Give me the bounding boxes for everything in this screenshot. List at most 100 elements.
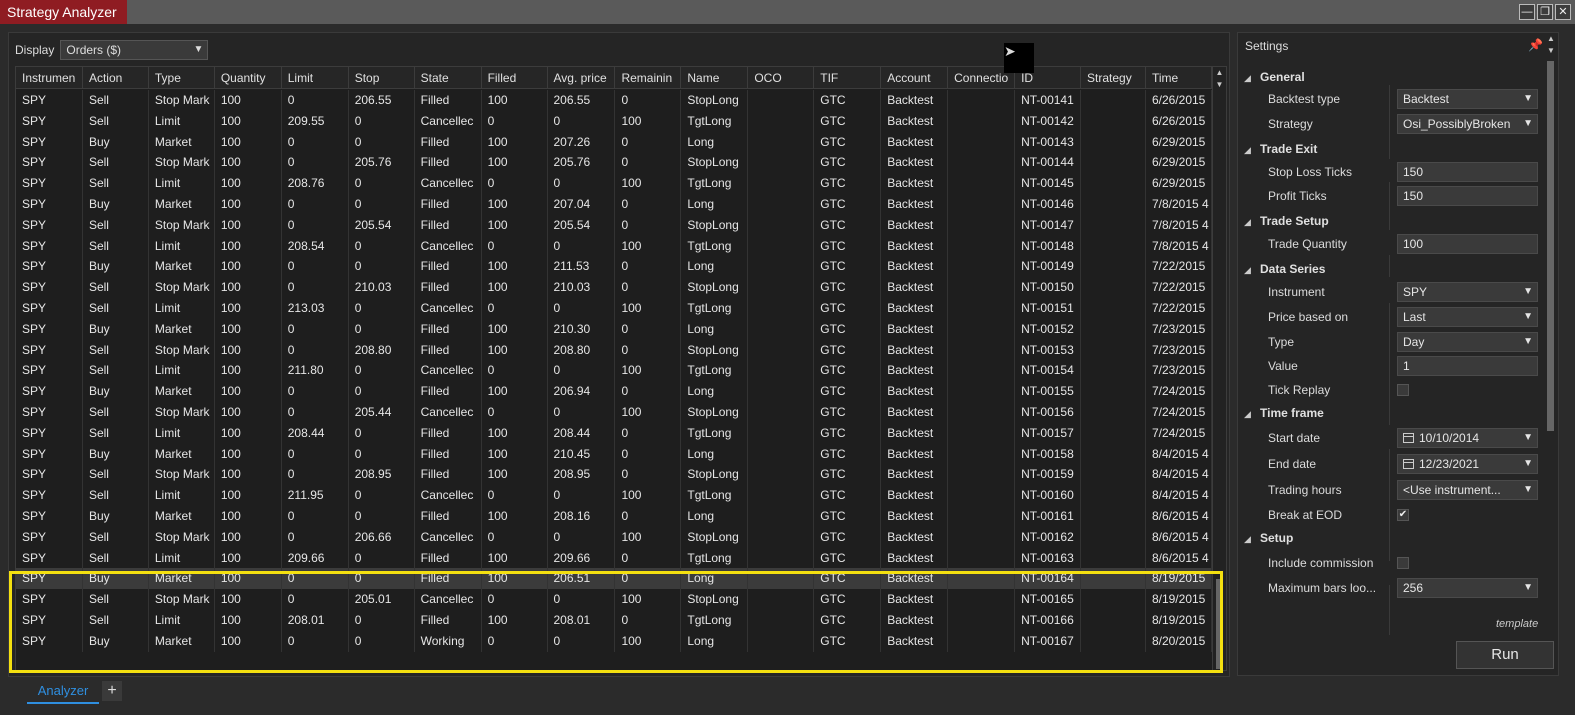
column-header-account[interactable]: Account bbox=[881, 67, 949, 89]
table-row[interactable]: SPY Sell Stop Mark 100 0 206.55 Filled 100 206.5… bbox=[16, 90, 1212, 111]
display-select[interactable]: Orders ($) ▼ bbox=[60, 40, 209, 60]
trading-hours-select[interactable]: <Use instrument... ▼ bbox=[1397, 480, 1538, 500]
main-area: Display Orders ($) ▼ Instrumen Action Type… bbox=[0, 24, 1575, 715]
column-header-limit[interactable]: Limit bbox=[282, 67, 349, 89]
cell-oco bbox=[748, 297, 815, 319]
table-row[interactable]: SPY Sell Stop Mark 100 0 205.01 Cancellec 0 0 100… bbox=[16, 589, 1212, 610]
table-row[interactable]: SPY Sell Limit 100 208.76 0 Cancellec 0 0 100 TgtL… bbox=[16, 173, 1212, 194]
tab-analyzer[interactable]: Analyzer bbox=[27, 678, 99, 704]
table-row[interactable]: SPY Sell Limit 100 211.80 0 Cancellec 0 0 100 TgtL… bbox=[16, 360, 1212, 382]
cell-stop: 0 bbox=[349, 235, 415, 257]
scroll-down-icon[interactable]: ▼ bbox=[1544, 45, 1558, 57]
pin-icon[interactable]: 📌 bbox=[1528, 38, 1543, 52]
table-row[interactable]: SPY Buy Market 100 0 0 Filled 100 206.51 0 Long GTC… bbox=[16, 568, 1212, 590]
cell-type: Limit bbox=[149, 297, 215, 319]
template-link[interactable]: template bbox=[1496, 618, 1538, 630]
table-row[interactable]: SPY Sell Limit 100 213.03 0 Cancellec 0 0 100 TgtL… bbox=[16, 297, 1212, 319]
table-row[interactable]: SPY Sell Stop Mark 100 0 205.54 Filled 100 205.5… bbox=[16, 214, 1212, 236]
scroll-up-icon[interactable]: ▲ bbox=[1213, 67, 1226, 79]
cell-connection bbox=[948, 214, 1016, 236]
tick-replay-checkbox[interactable] bbox=[1397, 384, 1409, 396]
max-bars-lookback-select[interactable]: 256 ▼ bbox=[1397, 578, 1538, 598]
cell-type: Stop Mark bbox=[149, 339, 215, 361]
table-row[interactable]: SPY Buy Market 100 0 0 Filled 100 210.30 0 Long GTC… bbox=[16, 318, 1212, 340]
cell-name: Long bbox=[681, 630, 749, 652]
column-header-oco[interactable]: OCO bbox=[748, 67, 815, 89]
price-based-on-select[interactable]: Last ▼ bbox=[1397, 307, 1538, 327]
table-row[interactable]: SPY Buy Market 100 0 0 Filled 100 207.26 0 Long GTC… bbox=[16, 131, 1212, 153]
table-row[interactable]: SPY Sell Stop Mark 100 0 205.76 Filled 100 205.7… bbox=[16, 152, 1212, 174]
restore-button[interactable]: ❐ bbox=[1537, 4, 1553, 20]
orders-grid[interactable]: Instrumen Action Type Quantity Limit Stop Stat… bbox=[15, 66, 1227, 671]
trade-quantity-input[interactable]: 100 bbox=[1397, 234, 1538, 254]
table-row[interactable]: SPY Sell Limit 100 208.44 0 Filled 100 208.44 0 Tg… bbox=[16, 422, 1212, 444]
profit-ticks-input[interactable]: 150 bbox=[1397, 186, 1538, 206]
column-header-instrument[interactable]: Instrumen bbox=[16, 67, 83, 89]
cell-action: Sell bbox=[83, 339, 149, 361]
scroll-thumb[interactable] bbox=[1216, 579, 1223, 669]
table-row[interactable]: SPY Buy Market 100 0 0 Filled 100 208.16 0 Long GTC… bbox=[16, 505, 1212, 527]
close-button[interactable]: ✕ bbox=[1555, 4, 1571, 20]
table-row[interactable]: SPY Sell Stop Mark 100 0 208.95 Filled 100 208.9… bbox=[16, 464, 1212, 486]
instrument-select[interactable]: SPY ▼ bbox=[1397, 282, 1538, 302]
table-row[interactable]: SPY Sell Stop Mark 100 0 206.66 Cancellec 0 0 100… bbox=[16, 526, 1212, 548]
column-header-type[interactable]: Type bbox=[149, 67, 215, 89]
cell-strategy bbox=[1081, 297, 1146, 319]
cell-filled: 100 bbox=[482, 277, 548, 298]
column-header-stop[interactable]: Stop bbox=[349, 67, 415, 89]
column-header-quantity[interactable]: Quantity bbox=[215, 67, 282, 89]
category-general[interactable]: ◢ General bbox=[1244, 67, 1305, 87]
break-at-eod-checkbox[interactable]: ✔ bbox=[1397, 509, 1409, 521]
column-header-action[interactable]: Action bbox=[83, 67, 149, 89]
include-commission-checkbox[interactable] bbox=[1397, 557, 1409, 569]
end-date-picker[interactable]: 12/23/2021 ▼ bbox=[1397, 454, 1538, 474]
category-setup[interactable]: ◢ Setup bbox=[1244, 528, 1293, 548]
stop-loss-ticks-input[interactable]: 150 bbox=[1397, 162, 1538, 182]
run-button[interactable]: Run bbox=[1456, 641, 1554, 669]
strategy-select[interactable]: Osi_PossiblyBroken ▼ bbox=[1397, 114, 1538, 134]
cell-limit: 208.76 bbox=[282, 173, 349, 194]
table-row[interactable]: SPY Sell Limit 100 208.01 0 Filled 100 208.01 0 Tg… bbox=[16, 609, 1212, 631]
table-row[interactable]: SPY Sell Stop Mark 100 0 208.80 Filled 100 208.8… bbox=[16, 339, 1212, 361]
cell-avg-price: 207.26 bbox=[548, 131, 616, 153]
cell-account: Backtest bbox=[881, 443, 949, 465]
value-input[interactable]: 1 bbox=[1397, 356, 1538, 376]
column-header-filled[interactable]: Filled bbox=[482, 67, 548, 89]
column-header-name[interactable]: Name bbox=[681, 67, 749, 89]
table-row[interactable]: SPY Sell Stop Mark 100 0 210.03 Filled 100 210.0… bbox=[16, 277, 1212, 298]
cell-filled: 0 bbox=[482, 173, 548, 194]
category-time-frame[interactable]: ◢ Time frame bbox=[1244, 403, 1324, 423]
grid-scrollbar[interactable]: ▲ ▼ bbox=[1212, 67, 1226, 670]
backtest-type-select[interactable]: Backtest ▼ bbox=[1397, 89, 1538, 109]
column-header-time[interactable]: Time bbox=[1146, 67, 1212, 89]
table-row[interactable]: SPY Buy Market 100 0 0 Filled 100 207.04 0 Long GTC… bbox=[16, 193, 1212, 215]
column-header-strategy[interactable]: Strategy bbox=[1081, 67, 1146, 89]
table-row[interactable]: SPY Buy Market 100 0 0 Working 0 0 100 Long GTC Back… bbox=[16, 630, 1212, 652]
table-row[interactable]: SPY Sell Limit 100 211.95 0 Cancellec 0 0 100 TgtL… bbox=[16, 485, 1212, 506]
scroll-up-icon[interactable]: ▲ bbox=[1544, 33, 1558, 45]
column-header-state[interactable]: State bbox=[415, 67, 482, 89]
table-row[interactable]: SPY Buy Market 100 0 0 Filled 100 210.45 0 Long GTC… bbox=[16, 443, 1212, 465]
category-trade-exit[interactable]: ◢ Trade Exit bbox=[1244, 139, 1317, 159]
start-date-picker[interactable]: 10/10/2014 ▼ bbox=[1397, 428, 1538, 448]
scroll-down-icon[interactable]: ▼ bbox=[1213, 79, 1226, 91]
category-data-series[interactable]: ◢ Data Series bbox=[1244, 259, 1325, 279]
cell-type: Stop Mark bbox=[149, 464, 215, 486]
category-trade-setup[interactable]: ◢ Trade Setup bbox=[1244, 211, 1329, 231]
type-select[interactable]: Day ▼ bbox=[1397, 332, 1538, 352]
cell-id: NT-00153 bbox=[1015, 339, 1081, 361]
cell-state: Filled bbox=[415, 339, 482, 361]
scroll-thumb[interactable] bbox=[1547, 61, 1554, 431]
column-header-tif[interactable]: TIF bbox=[814, 67, 882, 89]
table-row[interactable]: SPY Buy Market 100 0 0 Filled 100 206.94 0 Long GTC… bbox=[16, 381, 1212, 402]
table-row[interactable]: SPY Buy Market 100 0 0 Filled 100 211.53 0 Long GTC… bbox=[16, 256, 1212, 278]
minimize-button[interactable]: — bbox=[1519, 4, 1535, 20]
column-header-remaining[interactable]: Remainin bbox=[615, 67, 682, 89]
settings-scrollbar[interactable]: ▲ ▼ bbox=[1544, 33, 1558, 433]
table-row[interactable]: SPY Sell Limit 100 209.66 0 Filled 100 209.66 0 Tg… bbox=[16, 547, 1212, 569]
add-tab-button[interactable]: + bbox=[102, 681, 122, 701]
table-row[interactable]: SPY Sell Limit 100 209.55 0 Cancellec 0 0 100 TgtL… bbox=[16, 110, 1212, 132]
column-header-avg-price[interactable]: Avg. price bbox=[548, 67, 616, 89]
table-row[interactable]: SPY Sell Stop Mark 100 0 205.44 Cancellec 0 0 100… bbox=[16, 401, 1212, 423]
table-row[interactable]: SPY Sell Limit 100 208.54 0 Cancellec 0 0 100 TgtL… bbox=[16, 235, 1212, 257]
